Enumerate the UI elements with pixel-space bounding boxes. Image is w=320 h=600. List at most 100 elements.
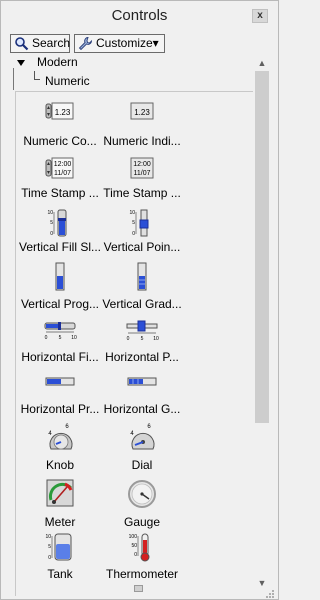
scrollbar-thumb[interactable]: [255, 71, 269, 423]
thermometer-icon: 100 50 0: [129, 533, 150, 562]
svg-text:11/07: 11/07: [134, 170, 151, 177]
svg-text:10: 10: [129, 210, 135, 216]
item-label: Vertical Fill Sl...: [19, 240, 101, 254]
item-label: Vertical Poin...: [103, 240, 181, 254]
vertical-pointer-slide-icon: 10 5 0: [129, 209, 149, 237]
numeric-control-icon: 1.23: [45, 102, 74, 120]
palette-item-time-stamp-control[interactable]: 12:00 11/07 Time Stamp ...: [19, 156, 101, 216]
palette-item-vertical-graduated-bar[interactable]: Vertical Grad...: [101, 262, 183, 322]
svg-text:0: 0: [134, 552, 137, 558]
item-label: Meter: [44, 515, 76, 529]
vertical-scrollbar[interactable]: ▲ ▼: [253, 55, 271, 591]
palette-item-meter[interactable]: Meter: [19, 478, 101, 538]
item-label: Horizontal P...: [105, 350, 179, 364]
expand-arrow-icon[interactable]: [17, 60, 25, 66]
svg-text:10: 10: [71, 335, 77, 341]
tree-guide-line: [13, 68, 14, 90]
palette-tree: Modern Numeric: [11, 55, 251, 91]
time-stamp-indicator-icon: 12:00 11/07: [130, 157, 154, 179]
svg-text:100: 100: [129, 534, 138, 540]
palette-item-horizontal-pointer-slide[interactable]: 0 5 10 Horizontal P...: [101, 316, 183, 376]
time-stamp-control-icon: 12:00 11/07: [45, 157, 74, 179]
tree-connector: [34, 71, 40, 80]
wrench-icon: [78, 37, 93, 51]
search-button[interactable]: Search: [10, 34, 70, 53]
item-label: Time Stamp ...: [103, 186, 181, 200]
horizontal-progress-bar-icon: [45, 377, 75, 386]
svg-text:4: 4: [48, 431, 52, 437]
svg-text:10: 10: [45, 534, 51, 540]
svg-text:5: 5: [50, 220, 53, 226]
palette-item-time-stamp-indicator[interactable]: 12:00 11/07 Time Stamp ...: [101, 156, 183, 216]
item-label: Knob: [45, 458, 75, 472]
meter-icon: [46, 479, 74, 507]
svg-text:0: 0: [45, 335, 48, 341]
horizontal-fill-slide-icon: 0 5 10: [44, 322, 77, 341]
palette-item-tank[interactable]: 10 5 0 Tank: [19, 532, 101, 592]
svg-text:4: 4: [130, 431, 134, 437]
svg-text:0: 0: [48, 555, 51, 561]
customize-button-label: Customize▾: [96, 36, 159, 50]
window-title: Controls: [111, 7, 168, 24]
palette-item-knob[interactable]: 6 4 Knob: [19, 422, 101, 482]
svg-text:5: 5: [132, 220, 135, 226]
svg-text:0: 0: [132, 231, 135, 237]
svg-text:0: 0: [50, 231, 53, 237]
search-icon: [15, 37, 29, 51]
search-button-label: Search: [32, 36, 71, 50]
tank-icon: 10 5 0: [45, 533, 72, 561]
palette-item-vertical-fill-slide[interactable]: 10 5 0 Vertical Fill Sl...: [19, 208, 101, 268]
svg-text:5: 5: [59, 335, 62, 341]
svg-text:5: 5: [48, 544, 51, 550]
scroll-up-arrow-icon[interactable]: ▲: [253, 55, 271, 71]
close-button[interactable]: x: [252, 9, 268, 23]
customize-button[interactable]: Customize▾: [74, 34, 165, 53]
controls-palette-window: Controls x Search Customize▾ Modern Nume…: [0, 0, 279, 600]
svg-text:50: 50: [131, 543, 137, 549]
vertical-graduated-bar-icon: [137, 262, 147, 291]
item-label: Numeric Indi...: [103, 134, 181, 148]
item-label: Numeric Co...: [23, 134, 97, 148]
controls-grid: 1.23 Numeric Co... 1.23 Numeric Indi...: [15, 91, 253, 596]
svg-text:6: 6: [65, 424, 69, 430]
numeric-indicator-value: 1.23: [134, 108, 150, 117]
item-label: Thermometer: [105, 567, 179, 581]
item-label: Horizontal Pr...: [20, 402, 100, 416]
svg-text:6: 6: [147, 424, 151, 430]
palette-item-horizontal-fill-slide[interactable]: 0 5 10 Horizontal Fi...: [19, 316, 101, 376]
svg-text:5: 5: [141, 336, 144, 342]
item-label: Gauge: [123, 515, 161, 529]
resize-grip-icon[interactable]: [263, 587, 275, 599]
svg-text:10: 10: [47, 210, 53, 216]
palette-item-numeric-indicator[interactable]: 1.23 Numeric Indi...: [101, 100, 183, 160]
more-items-indicator[interactable]: [134, 585, 143, 592]
vertical-fill-slide-icon: 10 5 0: [47, 209, 67, 237]
item-label: Vertical Prog...: [20, 297, 100, 311]
svg-text:0: 0: [127, 336, 130, 342]
item-label: Dial: [131, 458, 153, 472]
title-bar[interactable]: Controls x: [1, 1, 278, 29]
palette-item-numeric-control[interactable]: 1.23 Numeric Co...: [19, 100, 101, 160]
svg-text:11/07: 11/07: [54, 170, 71, 177]
numeric-control-value: 1.23: [55, 108, 71, 117]
palette-item-dial[interactable]: 6 4 Dial: [101, 422, 183, 482]
palette-item-vertical-progress-bar[interactable]: Vertical Prog...: [19, 262, 101, 322]
horizontal-graduated-bar-icon: [127, 377, 157, 386]
svg-text:10: 10: [153, 336, 159, 342]
tree-item-numeric[interactable]: Numeric: [45, 74, 90, 88]
palette-item-gauge[interactable]: Gauge: [101, 478, 183, 538]
item-label: Horizontal G...: [103, 402, 181, 416]
dial-icon: 6 4: [130, 424, 155, 450]
svg-text:12:00: 12:00: [54, 161, 72, 168]
item-label: Tank: [47, 567, 73, 581]
item-label: Time Stamp ...: [21, 186, 99, 200]
palette-item-thermometer[interactable]: 100 50 0 Thermometer: [101, 532, 183, 592]
numeric-indicator-icon: 1.23: [130, 102, 154, 120]
tree-item-modern[interactable]: Modern: [37, 55, 78, 69]
vertical-progress-bar-icon: [55, 262, 65, 291]
knob-icon: 6 4: [48, 424, 73, 450]
gauge-icon: [128, 480, 156, 508]
palette-item-vertical-pointer-slide[interactable]: 10 5 0 Vertical Poin...: [101, 208, 183, 268]
svg-text:12:00: 12:00: [133, 161, 151, 168]
horizontal-pointer-slide-icon: 0 5 10: [126, 320, 159, 342]
